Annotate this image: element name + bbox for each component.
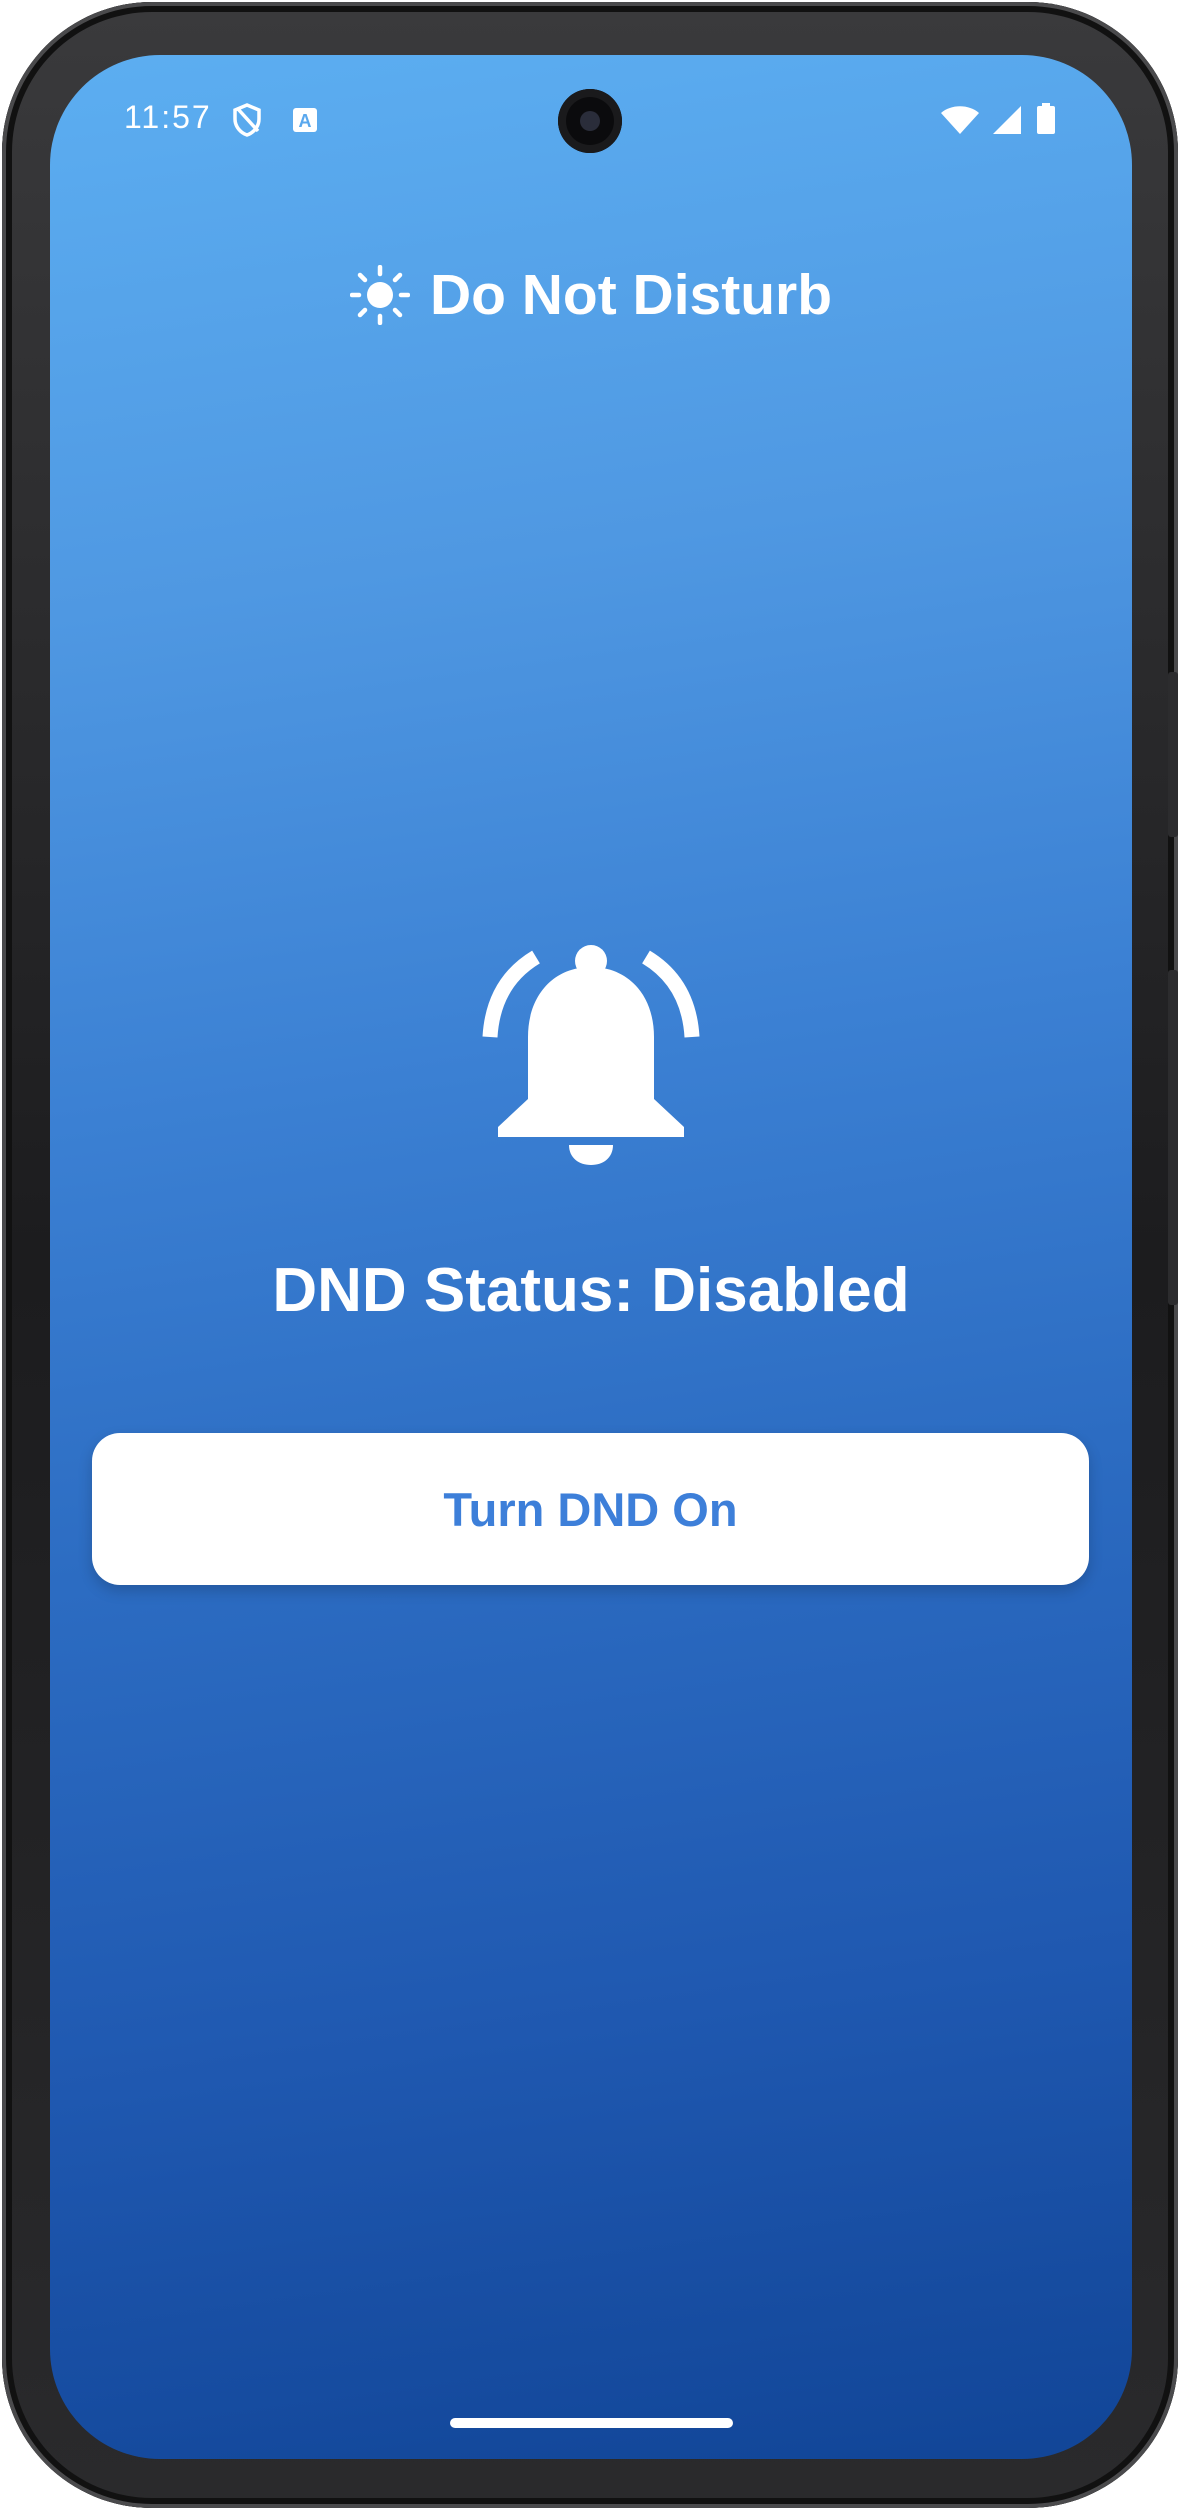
turn-dnd-on-button[interactable]: Turn DND On [92, 1433, 1089, 1585]
bell-container [50, 945, 1132, 1165]
volume-button [1168, 970, 1178, 1305]
screen: 11:57 A Do Not Disturb DND Status: Disab… [50, 55, 1132, 2459]
svg-text:A: A [299, 111, 312, 131]
battery-icon [1037, 103, 1055, 134]
phone-frame: 11:57 A Do Not Disturb DND Status: Disab… [2, 2, 1178, 2508]
status-bar: 11:57 A [50, 55, 1132, 185]
power-button [1168, 672, 1178, 837]
shield-icon [233, 103, 261, 137]
dnd-status-text: DND Status: Disabled [272, 1256, 910, 1325]
home-indicator[interactable] [450, 2418, 733, 2428]
a-badge-icon: A [293, 108, 317, 132]
status-time: 11:57 [124, 99, 212, 135]
sun-icon [349, 265, 410, 325]
app-title: Do Not Disturb [429, 263, 833, 327]
bell-ringing-icon [482, 945, 700, 1165]
wifi-icon [941, 106, 979, 134]
front-camera [558, 89, 622, 153]
signal-icon [993, 106, 1021, 134]
app-header: Do Not Disturb [50, 255, 1132, 335]
